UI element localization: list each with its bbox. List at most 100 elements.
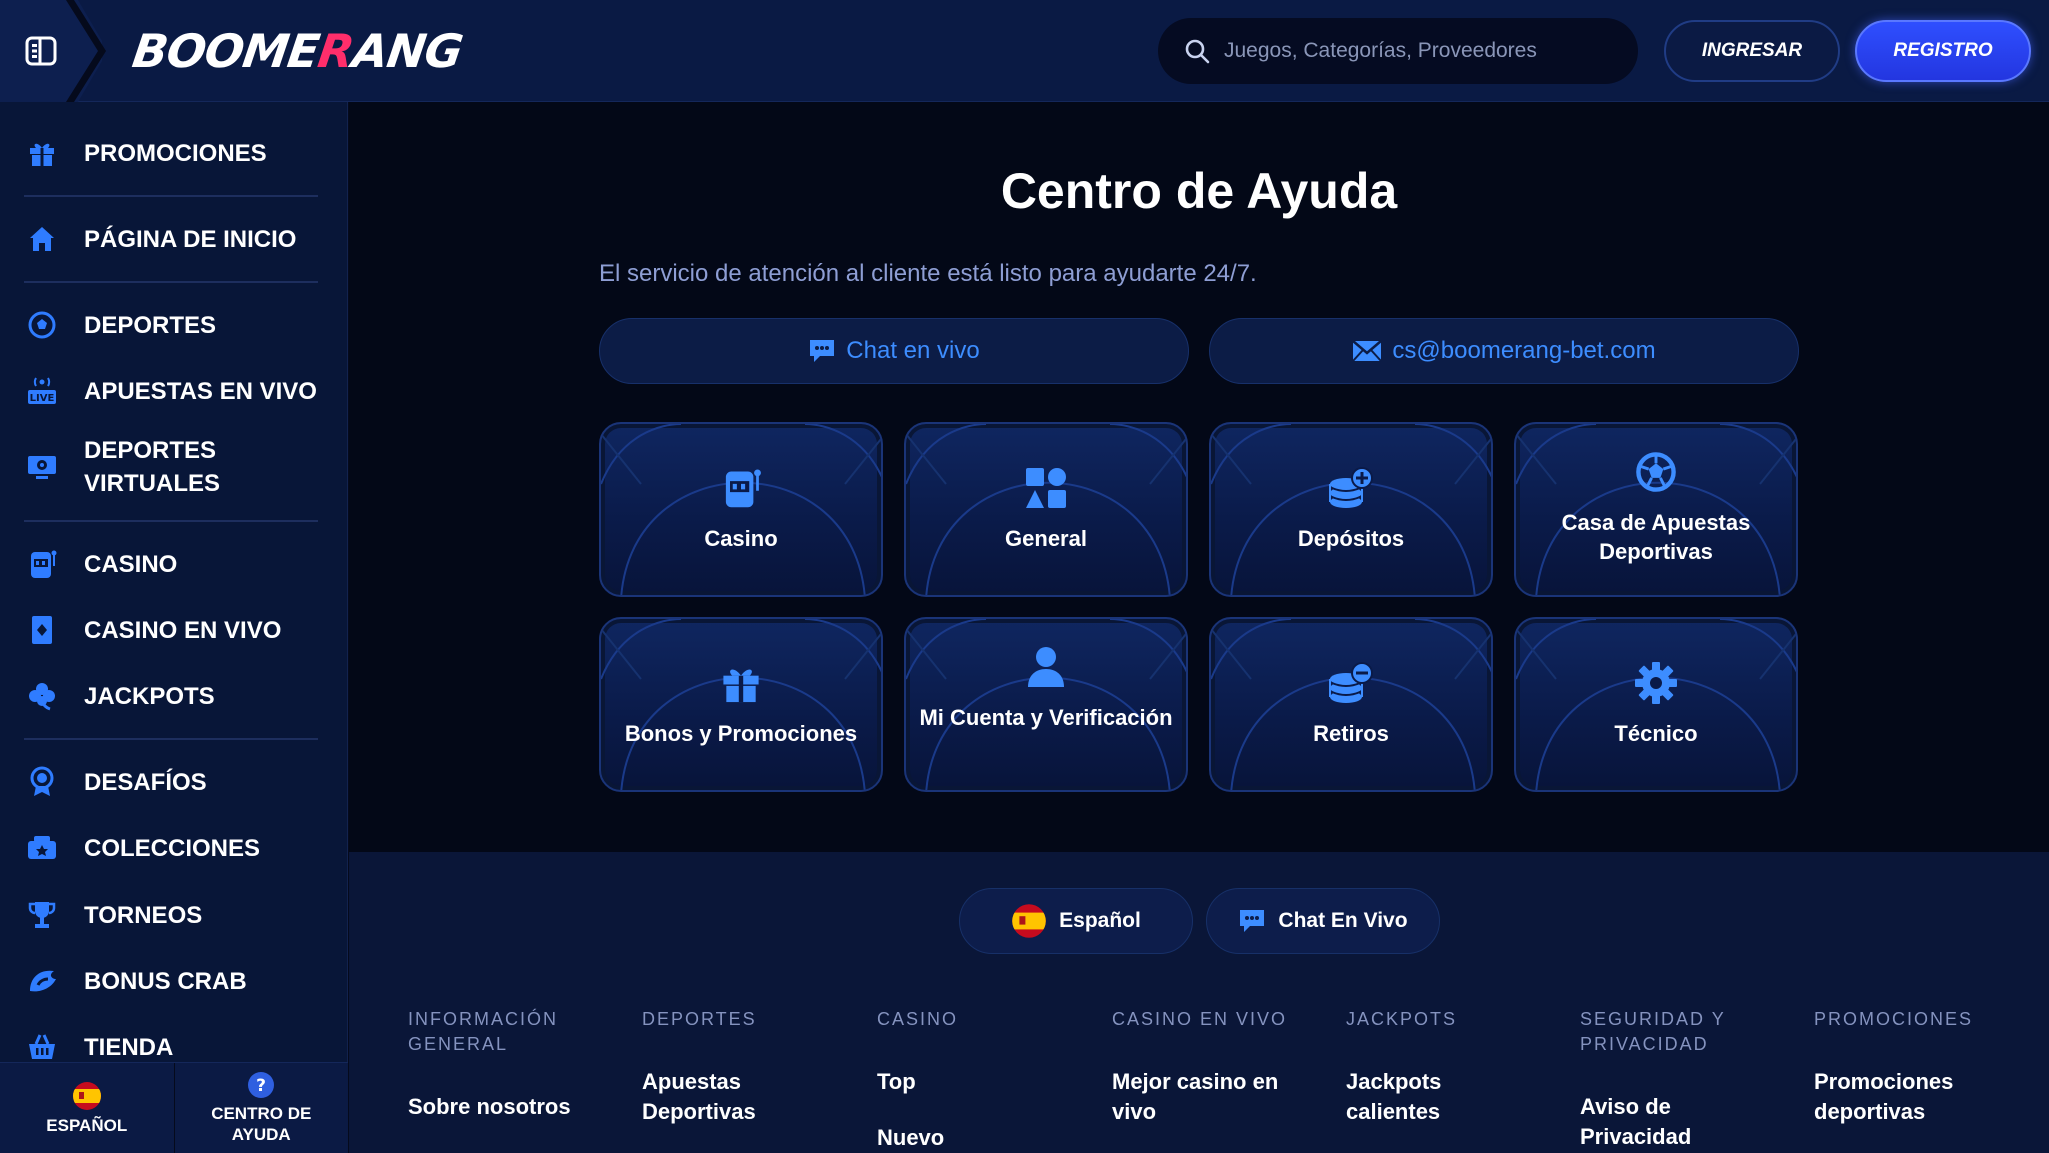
footer-link[interactable]: Sobre nosotros (408, 1092, 571, 1122)
chat-icon (810, 340, 835, 362)
sidebar-divider (24, 281, 318, 283)
help-card-label: Casino (704, 526, 778, 551)
sidebar-item-label: DEPORTES (84, 311, 217, 339)
live-chat-label: Chat en vivo (846, 337, 980, 364)
slot-machine-icon (601, 466, 881, 510)
card-arc-decoration (906, 424, 1186, 595)
svg-text:LIVE: LIVE (30, 393, 55, 404)
footer-column-casino-en-vivo: CASINO EN VIVO Mejor casino en vivo (1112, 1007, 1312, 1153)
live-chat-button[interactable]: Chat en vivo (599, 318, 1189, 384)
footer-live-chat-label: Chat En Vivo (1278, 909, 1408, 932)
help-card-casa-de-apuestas[interactable]: Casa de Apuestas Deportivas (1514, 422, 1798, 597)
sidebar: PROMOCIONES PÁGINA DE INICIO DEPORTES LI… (0, 102, 348, 1153)
slot-machine-icon (24, 546, 60, 582)
sidebar-toggle-button[interactable] (0, 0, 102, 102)
sidebar-toggle-icon (25, 36, 57, 66)
help-card-casino[interactable]: Casino (599, 422, 883, 597)
help-center-button[interactable]: ? CENTRO DE AYUDA (173, 1063, 348, 1153)
footer-column-seguridad: SEGURIDAD Y PRIVACIDAD Aviso de Privacid… (1580, 1007, 1780, 1153)
logo-text-part-1: BOOME (129, 24, 323, 78)
basket-icon (24, 1029, 60, 1065)
coins-minus-icon (1211, 661, 1491, 705)
footer-column-deportes: DEPORTES Apuestas Deportivas (642, 1007, 842, 1153)
gear-icon (1516, 661, 1796, 705)
sidebar-item-bonus-crab[interactable]: BONUS CRAB (24, 963, 324, 999)
medal-icon (24, 764, 60, 800)
register-button[interactable]: REGISTRO (1855, 20, 2031, 82)
svg-text:?: ? (256, 1076, 266, 1096)
footer-language-button[interactable]: Español (959, 888, 1193, 954)
question-icon: ? (248, 1072, 275, 1098)
footer-column-casino: CASINO Top Nuevo (877, 1007, 1077, 1153)
sidebar-item-casino[interactable]: CASINO (24, 546, 324, 582)
sidebar-item-tienda[interactable]: TIENDA (24, 1029, 324, 1065)
footer-column-promociones: PROMOCIONES Promociones deportivas (1814, 1007, 2014, 1153)
spain-flag-icon (72, 1081, 101, 1110)
sidebar-item-label: CASINO EN VIVO (84, 616, 282, 644)
help-card-label: Depósitos (1297, 526, 1405, 551)
search-input[interactable] (1224, 39, 1614, 63)
live-icon: LIVE (24, 373, 60, 409)
sidebar-item-inicio[interactable]: PÁGINA DE INICIO (24, 221, 324, 257)
card-arc-decoration (601, 424, 881, 595)
footer-column-heading: PROMOCIONES (1814, 1009, 1974, 1029)
footer-link[interactable]: Aviso de Privacidad (1580, 1092, 1710, 1152)
sidebar-item-label: TORNEOS (84, 901, 203, 929)
footer-live-chat-button[interactable]: Chat En Vivo (1206, 888, 1440, 954)
search-bar[interactable] (1158, 18, 1638, 84)
sidebar-item-deportes[interactable]: DEPORTES (24, 307, 324, 343)
card-icon (24, 612, 60, 648)
sidebar-item-label: BONUS CRAB (84, 967, 247, 995)
language-selector-button[interactable]: ESPAÑOL (0, 1063, 174, 1153)
sidebar-item-casino-en-vivo[interactable]: CASINO EN VIVO (24, 612, 324, 648)
footer-link[interactable]: Jackpots calientes (1346, 1067, 1476, 1127)
help-card-depositos[interactable]: Depósitos (1209, 422, 1493, 597)
sidebar-divider (24, 520, 318, 522)
sidebar-bottom-bar: ESPAÑOL ? CENTRO DE AYUDA (0, 1062, 348, 1153)
mail-icon (1352, 340, 1383, 362)
card-arc-decoration (601, 619, 881, 790)
sidebar-item-desafios[interactable]: DESAFÍOS (24, 764, 324, 800)
sidebar-item-label: DEPORTES VIRTUALES (84, 437, 221, 497)
collection-icon (24, 830, 60, 866)
trophy-icon (24, 897, 60, 933)
sidebar-item-deportes-virtuales[interactable]: DEPORTES VIRTUALES (24, 434, 244, 500)
footer-column-heading: INFORMACIÓN GENERAL (408, 1009, 558, 1054)
footer-column-informacion: INFORMACIÓN GENERAL Sobre nosotros (408, 1007, 608, 1153)
soccer-ball-icon (1516, 450, 1796, 494)
clover-icon (24, 678, 60, 714)
help-card-label: Mi Cuenta y Verificación (919, 705, 1173, 730)
help-card-tecnico[interactable]: Técnico (1514, 617, 1798, 792)
logo-text-part-2: ANG (349, 24, 466, 78)
footer-link[interactable]: Promociones deportivas (1814, 1067, 1974, 1127)
footer-column-jackpots: JACKPOTS Jackpots calientes (1346, 1007, 1546, 1153)
brand-logo[interactable]: BOOMERANG (129, 23, 466, 79)
email-support-button[interactable]: cs@boomerang-bet.com (1209, 318, 1799, 384)
sidebar-divider (24, 195, 318, 197)
sidebar-item-colecciones[interactable]: COLECCIONES (24, 830, 324, 866)
help-card-bonos[interactable]: Bonos y Promociones (599, 617, 883, 792)
footer-link[interactable]: Mejor casino en vivo (1112, 1067, 1287, 1127)
sidebar-item-promociones[interactable]: PROMOCIONES (24, 135, 324, 171)
top-bar: BOOMERANG INGRESAR REGISTRO (0, 0, 2049, 102)
help-card-retiros[interactable]: Retiros (1209, 617, 1493, 792)
sidebar-item-torneos[interactable]: TORNEOS (24, 897, 324, 933)
help-card-general[interactable]: General (904, 422, 1188, 597)
help-card-label: General (1005, 526, 1087, 551)
page-subtitle: El servicio de atención al cliente está … (599, 260, 1257, 287)
footer-language-label: Español (1059, 909, 1141, 932)
search-icon (1185, 39, 1210, 64)
chat-icon (1240, 910, 1265, 932)
sidebar-item-jackpots[interactable]: JACKPOTS (24, 678, 324, 714)
help-card-label: Bonos y Promociones (624, 721, 858, 746)
footer-link[interactable]: Top (877, 1067, 916, 1097)
help-card-mi-cuenta[interactable]: Mi Cuenta y Verificación (904, 617, 1188, 792)
spain-flag-icon (1012, 904, 1046, 938)
home-icon (24, 221, 60, 257)
login-button[interactable]: INGRESAR (1664, 20, 1840, 82)
sidebar-divider (24, 738, 318, 740)
sidebar-item-label: DESAFÍOS (84, 768, 207, 796)
sidebar-item-apuestas-en-vivo[interactable]: LIVE APUESTAS EN VIVO (24, 373, 324, 409)
footer-link[interactable]: Apuestas Deportivas (642, 1067, 792, 1127)
footer-link[interactable]: Nuevo (877, 1123, 944, 1153)
